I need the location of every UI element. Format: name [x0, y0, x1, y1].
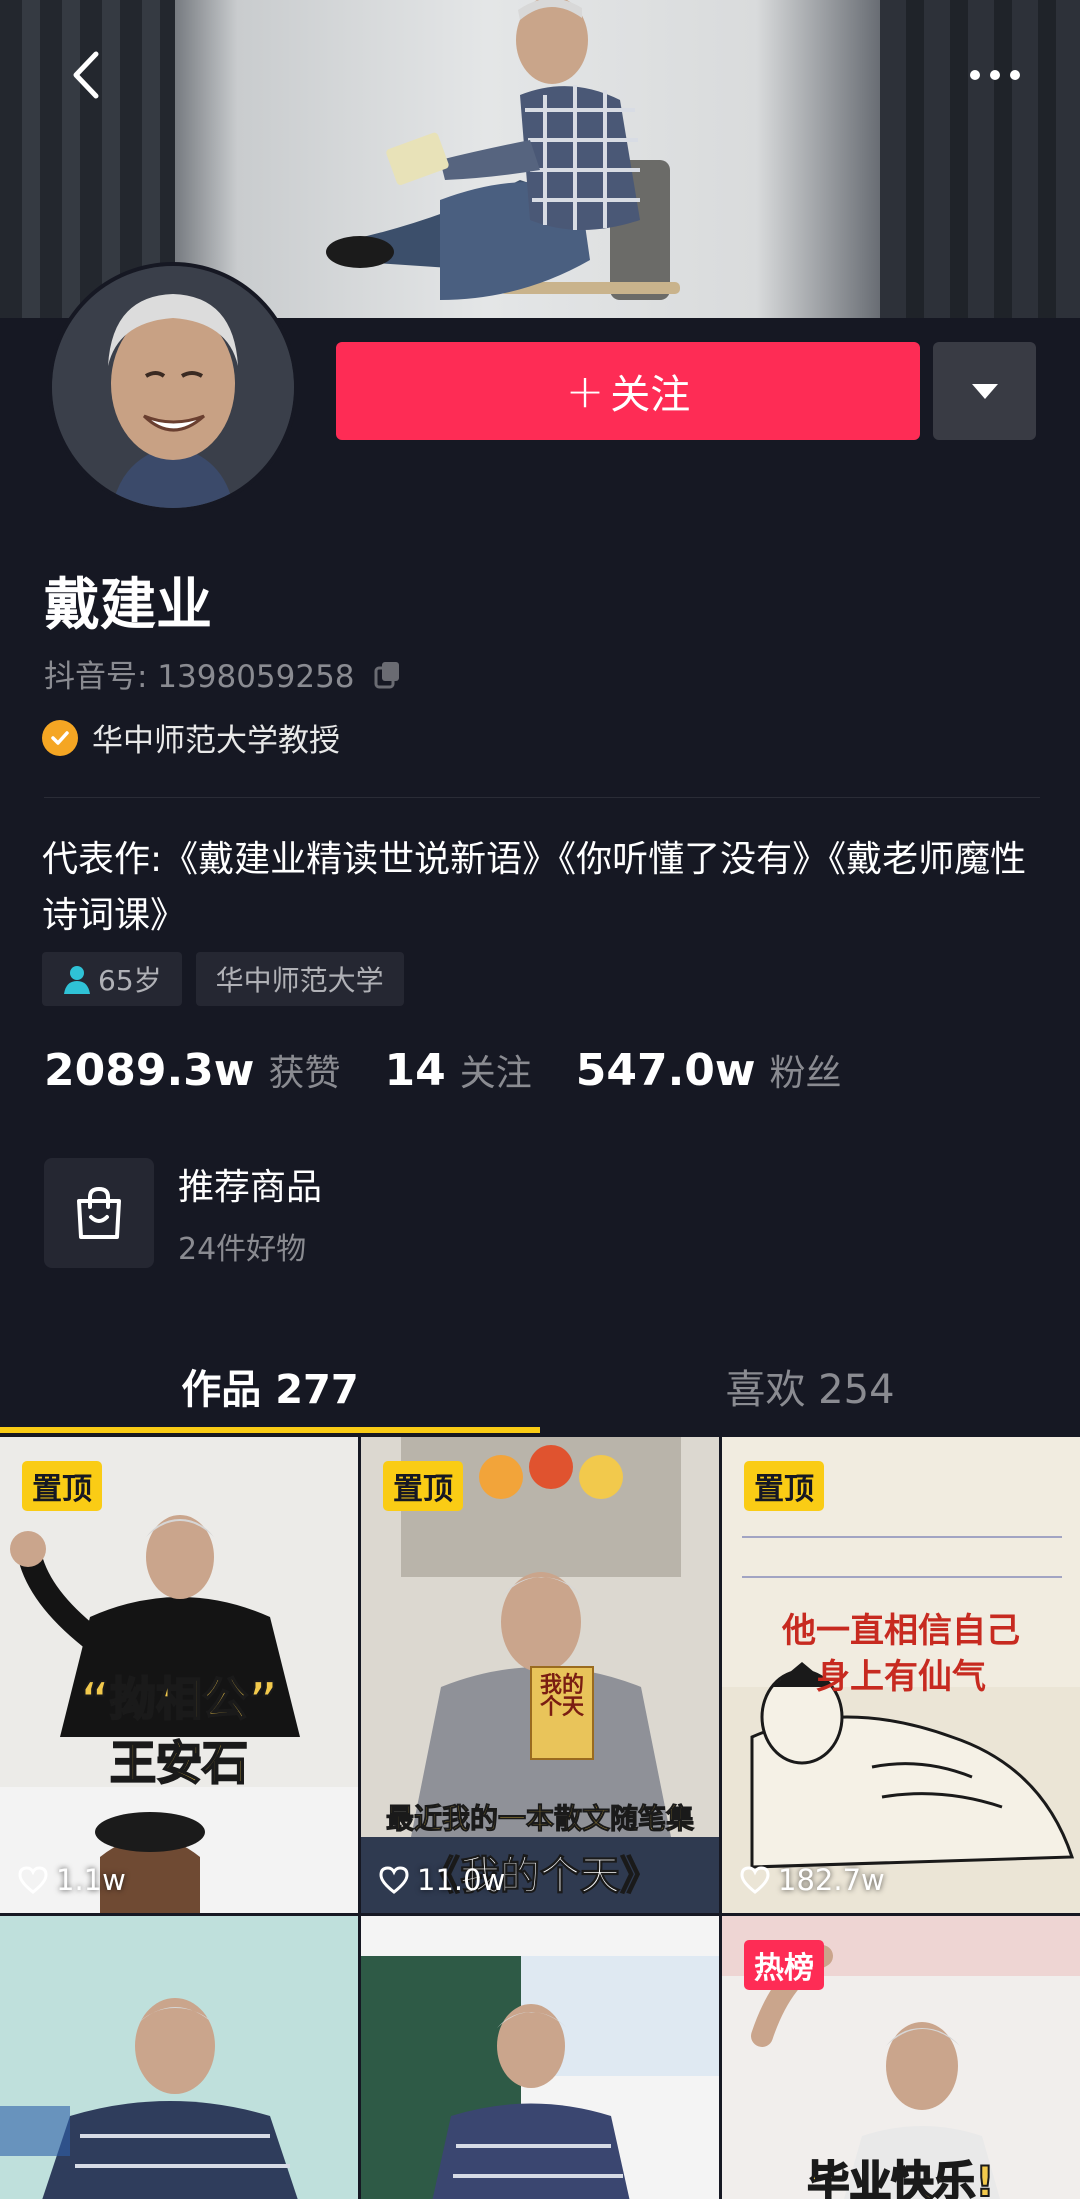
- video-grid: “拗相公” 王安石 置顶 1.1w 我的个天 最近我的一本散文随笔集 《我的个天…: [0, 1437, 1080, 2199]
- tag-school-label: 华中师范大学: [215, 964, 384, 997]
- following-count[interactable]: 14: [384, 1045, 445, 1096]
- followers-count[interactable]: 547.0w: [576, 1045, 756, 1096]
- back-button[interactable]: [50, 40, 120, 110]
- avatar[interactable]: [48, 262, 298, 512]
- douyin-id: 抖音号: 1398059258: [44, 651, 403, 696]
- likes-count: 2089.3w: [44, 1045, 255, 1096]
- shop-title: 推荐商品: [178, 1167, 323, 1208]
- plus-icon: +: [565, 364, 605, 418]
- tab-likes[interactable]: 喜欢 254: [540, 1340, 1080, 1432]
- hot-list-badge: 热榜: [744, 1940, 824, 1990]
- video-caption-bottom: 身上有仙气: [816, 1657, 986, 1697]
- video-caption-top: 最近我的一本散文随笔集: [385, 1802, 694, 1836]
- chevron-left-icon: [73, 51, 99, 99]
- pinned-badge: 置顶: [383, 1461, 463, 1511]
- video-caption-bottom: 王安石: [109, 1735, 249, 1791]
- video-likes-count: 1.1w: [56, 1863, 126, 1897]
- triangle-down-icon: [971, 383, 998, 399]
- pinned-badge: 置顶: [744, 1461, 824, 1511]
- tag-age-label: 65岁: [98, 964, 162, 997]
- tag-school: 华中师范大学: [195, 952, 404, 1006]
- video-likes: 1.1w: [18, 1863, 126, 1897]
- video-thumbnail[interactable]: 我的个天 最近我的一本散文随笔集 《我的个天》 置顶 11.0w: [361, 1437, 719, 1913]
- heart-icon: [379, 1866, 409, 1894]
- video-4-thumbnail-art: [0, 1916, 358, 2199]
- shop-subtitle: 24件好物: [178, 1232, 307, 1267]
- content-tabs: 作品 277 喜欢 254: [0, 1340, 1080, 1432]
- profile-tags: 65岁 华中师范大学: [42, 952, 404, 1006]
- video-caption-top: “拗相公”: [79, 1671, 279, 1727]
- video-thumbnail[interactable]: 毕业快乐! 热榜: [722, 1916, 1080, 2199]
- tag-age: 65岁: [42, 952, 182, 1006]
- divider: [44, 797, 1040, 798]
- video-thumbnail[interactable]: [0, 1916, 358, 2199]
- profile-page: + 关注 戴建业 抖音号: 1398059258 华中师范大学教授 代表作:《戴…: [0, 0, 1080, 2199]
- following-label[interactable]: 关注: [460, 1044, 532, 1096]
- heart-icon: [740, 1866, 770, 1894]
- verification-text: 华中师范大学教授: [92, 723, 340, 759]
- book-title: 我的个天: [539, 1673, 584, 1720]
- video-likes-count: 11.0w: [417, 1863, 506, 1897]
- video-likes-count: 182.7w: [778, 1863, 885, 1897]
- recommended-products[interactable]: 推荐商品 24件好物: [44, 1158, 322, 1268]
- follow-button[interactable]: + 关注: [336, 342, 920, 440]
- verified-badge-icon: [42, 719, 78, 756]
- video-caption-top: 他一直相信自己: [782, 1611, 1020, 1651]
- more-dots-icon: [970, 70, 1020, 80]
- tab-works[interactable]: 作品 277: [0, 1340, 540, 1432]
- stats-row: 2089.3w 获赞 14 关注 547.0w 粉丝: [44, 1044, 886, 1096]
- verification: 华中师范大学教授: [42, 715, 340, 760]
- video-thumbnail[interactable]: “拗相公” 王安石 置顶 1.1w: [0, 1437, 358, 1913]
- bio: 代表作:《戴建业精读世说新语》《你听懂了没有》《戴老师魔性诗词课》: [42, 839, 1027, 936]
- likes-label: 获赞: [268, 1053, 341, 1094]
- video-5-thumbnail-art: [361, 1916, 719, 2199]
- followers-label[interactable]: 粉丝: [770, 1044, 842, 1096]
- profile-name: 戴建业: [44, 573, 212, 638]
- follow-label: 关注: [610, 372, 691, 418]
- douyin-id-text: 抖音号: 1398059258: [44, 659, 355, 695]
- video-likes: 182.7w: [740, 1863, 885, 1897]
- pinned-badge: 置顶: [22, 1461, 102, 1511]
- video-thumbnail[interactable]: 他一直相信自己 身上有仙气 置顶 182.7w: [722, 1437, 1080, 1913]
- shopping-bag-icon: [44, 1158, 154, 1268]
- video-likes: 11.0w: [379, 1863, 505, 1897]
- more-options-button[interactable]: [960, 40, 1030, 110]
- cover-photo-person: [326, 0, 680, 300]
- heart-icon: [18, 1866, 48, 1894]
- video-thumbnail[interactable]: [361, 1916, 719, 2199]
- person-icon: [62, 964, 92, 994]
- tab-active-indicator: [0, 1427, 540, 1433]
- avatar-photo: [52, 266, 294, 508]
- copy-icon[interactable]: [373, 659, 403, 689]
- follow-dropdown-button[interactable]: [933, 342, 1036, 440]
- video-caption-top: 毕业快乐!: [806, 2156, 995, 2199]
